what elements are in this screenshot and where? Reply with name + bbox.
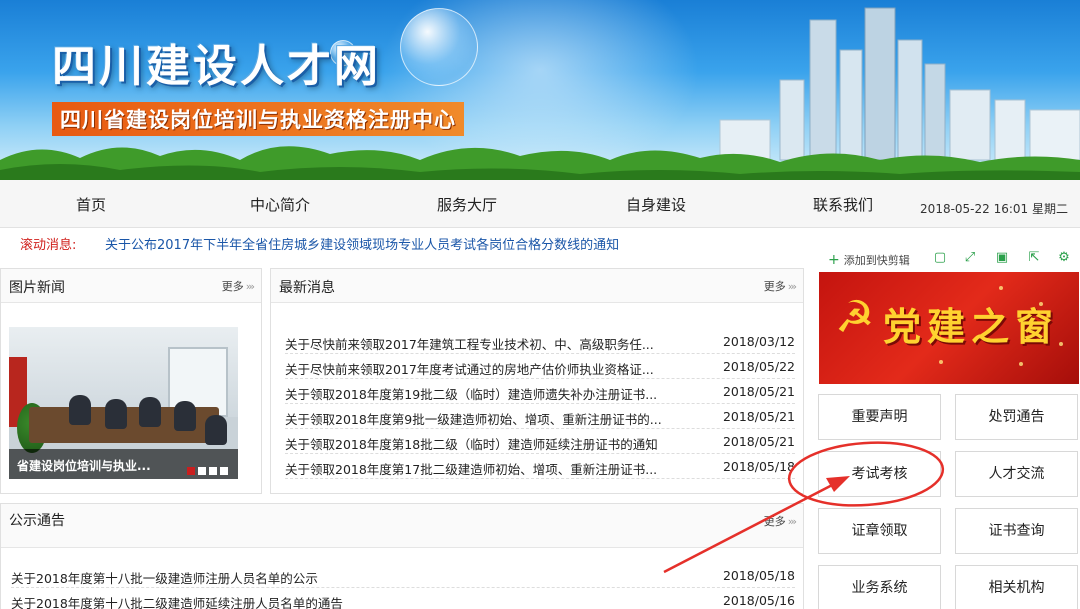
notice-panel: 公示通告 更多 ››› 关于2018年度第十八批一级建造师注册人员名单的公示 201… — [0, 503, 804, 609]
nav-home[interactable]: 首页 — [76, 194, 106, 215]
list-item[interactable]: 关于2018年度第十八批一级建造师注册人员名单的公示 2018/05/18 — [11, 563, 795, 588]
ticker-label: 滚动消息: — [20, 238, 77, 253]
party-building-banner[interactable]: ☭ 党建之窗 — [819, 272, 1079, 384]
more-link[interactable]: 更多 ››› — [222, 278, 255, 294]
nav-service-hall[interactable]: 服务大厅 — [437, 194, 497, 215]
nav-contact[interactable]: 联系我们 — [813, 194, 873, 215]
news-photo[interactable]: 省建设岗位培训与执业... — [9, 327, 238, 479]
list-item[interactable]: 关于领取2018年度第9批一级建造师初始、增项、重新注册证书的... 2018/0… — [285, 404, 795, 429]
panel-header: 最新消息 更多 ››› — [271, 269, 803, 303]
related-agencies-button[interactable]: 相关机构 — [955, 565, 1078, 609]
list-item[interactable]: 关于2018年度第十八批二级建造师延续注册人员名单的通告 2018/05/16 — [11, 588, 795, 609]
add-to-clip-button[interactable]: + 添加到快剪辑 — [828, 252, 910, 268]
site-subtitle: 四川省建设岗位培训与执业资格注册中心 — [52, 102, 464, 136]
more-link[interactable]: 更多 ››› — [764, 278, 797, 294]
list-item[interactable]: 关于尽快前来领取2017年建筑工程专业技术初、中、高级职务任... 2018/03… — [285, 329, 795, 354]
panel-title: 公示通告 — [9, 513, 65, 529]
screen-icon[interactable]: ▣ — [994, 250, 1010, 266]
site-banner: 四川建设人才网 四川省建设岗位培训与执业资格注册中心 — [0, 0, 1080, 180]
panel-title: 最新消息 — [279, 280, 335, 296]
clip-toolbar: + 添加到快剪辑 ▢ ⤢ ▣ ⇱ ⚙ — [820, 248, 1078, 272]
penalty-notice-button[interactable]: 处罚通告 — [955, 394, 1078, 440]
panel-header: 公示通告 更多 ››› — [1, 504, 803, 548]
current-datetime: 2018-05-22 16:01 星期二 — [920, 202, 1068, 216]
more-link[interactable]: 更多 ››› — [764, 513, 797, 529]
ticker-link[interactable]: 关于公布2017年下半年全省住房城乡建设领域现场专业人员考试各岗位合格分数线的通… — [105, 234, 619, 253]
share-icon[interactable]: ⇱ — [1026, 250, 1042, 266]
list-item[interactable]: 关于领取2018年度第19批二级（临时）建造师遗失补办注册证书... 2018/0… — [285, 379, 795, 404]
bubble-decoration — [400, 8, 478, 86]
nav-self-building[interactable]: 自身建设 — [626, 194, 686, 215]
certificate-query-button[interactable]: 证书查询 — [955, 508, 1078, 554]
talent-exchange-button[interactable]: 人才交流 — [955, 451, 1078, 497]
panel-title: 图片新闻 — [9, 280, 65, 296]
photo-news-panel: 图片新闻 更多 ››› 省建设岗位培训与执业... — [0, 268, 262, 494]
expand-icon[interactable]: ⤢ — [962, 250, 978, 266]
list-item[interactable]: 关于领取2018年度第17批二级建造师初始、增项、重新注册证书... 2018/0… — [285, 454, 795, 479]
list-item[interactable]: 关于领取2018年度第18批二级（临时）建造师延续注册证书的通知 2018/05/… — [285, 429, 795, 454]
list-item[interactable]: 关于尽快前来领取2017年度考试通过的房地产估价师执业资格证... 2018/05… — [285, 354, 795, 379]
tree-line-icon — [0, 146, 1080, 180]
important-notice-button[interactable]: 重要声明 — [818, 394, 941, 440]
chevrons-right-icon: ››› — [787, 515, 797, 528]
panel-header: 图片新闻 更多 ››› — [1, 269, 261, 303]
chevrons-right-icon: ››› — [245, 280, 255, 293]
party-banner-text: 党建之窗 — [883, 304, 1060, 349]
hammer-sickle-icon: ☭ — [835, 292, 875, 343]
latest-news-panel: 最新消息 更多 ››› 关于尽快前来领取2017年建筑工程专业技术初、中、高级职务… — [270, 268, 804, 494]
chevrons-right-icon: ››› — [787, 280, 797, 293]
carousel-dots[interactable] — [184, 460, 228, 479]
certificate-pickup-button[interactable]: 证章领取 — [818, 508, 941, 554]
main-nav: 首页 中心简介 服务大厅 自身建设 联系我们 2018-05-22 16:01 … — [0, 180, 1080, 228]
copy-icon[interactable]: ▢ — [932, 250, 948, 266]
business-system-button[interactable]: 业务系统 — [818, 565, 941, 609]
plus-icon: + — [828, 252, 840, 268]
nav-about[interactable]: 中心简介 — [250, 194, 310, 215]
site-title: 四川建设人才网 — [52, 41, 381, 92]
exam-assessment-button[interactable]: 考试考核 — [818, 451, 941, 497]
photo-caption: 省建设岗位培训与执业... — [9, 449, 238, 479]
gear-icon[interactable]: ⚙ — [1056, 250, 1072, 266]
